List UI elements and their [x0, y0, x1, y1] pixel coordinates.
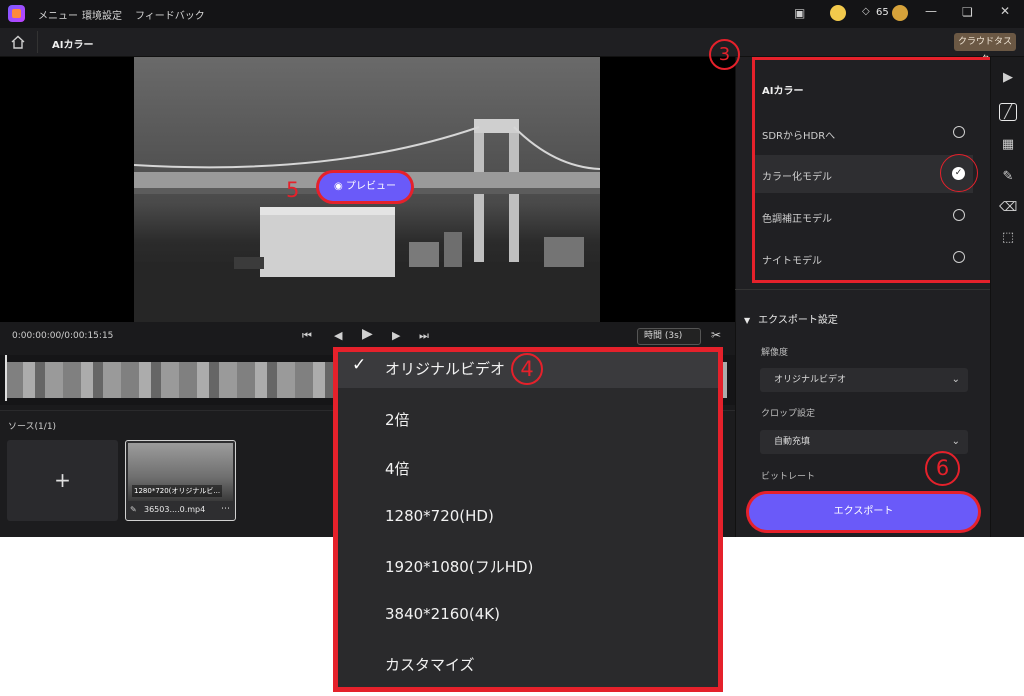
scissors-icon[interactable]: ✂ — [711, 328, 721, 342]
clip-type-icon: ✎ — [130, 505, 137, 514]
panel-divider — [735, 289, 990, 290]
dropdown-item-4x[interactable]: 4倍 — [385, 458, 410, 479]
callout-3: 3 — [709, 39, 740, 70]
checkmark-icon: ✓ — [352, 355, 367, 375]
export-settings-header[interactable]: ▼ エクスポート設定 — [744, 311, 838, 326]
minimize-icon[interactable]: — — [925, 4, 937, 18]
duration-select-value: 時間 (3s) — [644, 331, 683, 341]
clip-resolution: 1280*720(オリジナルビ... — [132, 485, 223, 497]
page-title: AIカラー — [52, 40, 94, 51]
clip-name: 36503....0.mp4 — [144, 505, 206, 514]
app-logo-icon — [8, 5, 25, 22]
skip-back-icon[interactable]: ⏮ — [302, 329, 312, 343]
video-enhance-icon[interactable]: ▶ — [999, 69, 1017, 87]
cloud-task-button[interactable]: クラウドタスク — [954, 33, 1016, 65]
resolution-select[interactable]: オリジナルビデオ ⌄ — [760, 368, 968, 392]
avatar[interactable] — [892, 5, 908, 21]
restore-icon[interactable]: ❏ — [962, 5, 973, 19]
crop-select[interactable]: 自動充填 ⌄ — [760, 430, 968, 454]
callout-4: 4 — [511, 353, 543, 385]
step-forward-icon[interactable]: ▶ — [392, 329, 400, 342]
toolbar-divider — [37, 31, 38, 53]
source-clip[interactable]: 1280*720(オリジナルビ... ✎ 36503....0.mp4 ⋯ — [125, 440, 236, 521]
eye-icon: ◉ — [334, 181, 343, 192]
resolution-label: 解像度 — [761, 348, 789, 358]
dropdown-item-full-hd[interactable]: 1920*1080(フルHD) — [385, 556, 533, 577]
callout-5: 5 — [286, 178, 300, 202]
callout-6: 6 — [925, 451, 960, 486]
crop-label: クロップ設定 — [761, 409, 816, 419]
caret-down-icon: ▼ — [744, 316, 751, 325]
preview-button-label: プレビュー — [345, 181, 396, 192]
dropdown-item-hd[interactable]: 1280*720(HD) — [385, 507, 494, 525]
crop-select-value: 自動充填 — [774, 437, 811, 447]
export-button[interactable]: エクスポート — [749, 494, 978, 530]
resolution-select-value: オリジナルビデオ — [774, 375, 847, 385]
playhead[interactable] — [5, 355, 7, 401]
home-icon[interactable] — [10, 34, 26, 50]
dropdown-item-2x[interactable]: 2倍 — [385, 409, 410, 430]
source-title: ソース(1/1) — [8, 422, 57, 432]
ai-color-icon[interactable]: ╱ — [999, 103, 1017, 121]
dropdown-item-4k[interactable]: 3840*2160(4K) — [385, 605, 500, 623]
play-icon[interactable]: ▶ — [362, 326, 373, 342]
menu-item-preferences[interactable]: 環境設定 — [82, 7, 122, 22]
step-back-icon[interactable]: ◀ — [334, 329, 342, 342]
close-icon[interactable]: ✕ — [1000, 4, 1010, 18]
preview-button[interactable]: ◉ プレビュー — [319, 173, 411, 201]
tool-rail — [990, 57, 1024, 537]
dropdown-item-customize[interactable]: カスタマイズ — [385, 654, 475, 675]
menu-item-feedback[interactable]: フィードバック — [135, 7, 205, 22]
bitrate-label: ビットレート — [761, 472, 816, 482]
timecode: 0:00:00:00/0:00:15:15 — [12, 331, 114, 341]
shop-icon[interactable] — [830, 5, 846, 21]
toolbar — [0, 28, 1024, 57]
ai-model-annotation-box — [752, 57, 993, 283]
add-source-button[interactable]: + — [7, 440, 118, 521]
credit-count: 65 — [876, 7, 889, 18]
select-area-icon[interactable]: ⬚ — [999, 229, 1017, 247]
eraser-icon[interactable]: ⌫ — [999, 199, 1017, 217]
diamond-icon: ◇ — [862, 6, 870, 17]
more-icon[interactable]: ⋯ — [221, 504, 230, 514]
add-element-icon[interactable]: ▦ — [999, 136, 1017, 154]
discord-icon[interactable]: ▣ — [794, 6, 805, 20]
export-settings-title: エクスポート設定 — [758, 315, 838, 326]
edit-icon[interactable]: ✎ — [999, 168, 1017, 186]
menu-item-menu[interactable]: メニュー — [38, 7, 78, 22]
chevron-down-icon: ⌄ — [951, 436, 960, 447]
dropdown-item-original[interactable]: オリジナルビデオ — [385, 358, 505, 379]
skip-forward-icon[interactable]: ⏭ — [419, 329, 429, 343]
chevron-down-icon: ⌄ — [951, 374, 960, 385]
duration-select[interactable]: 時間 (3s) — [637, 328, 701, 345]
